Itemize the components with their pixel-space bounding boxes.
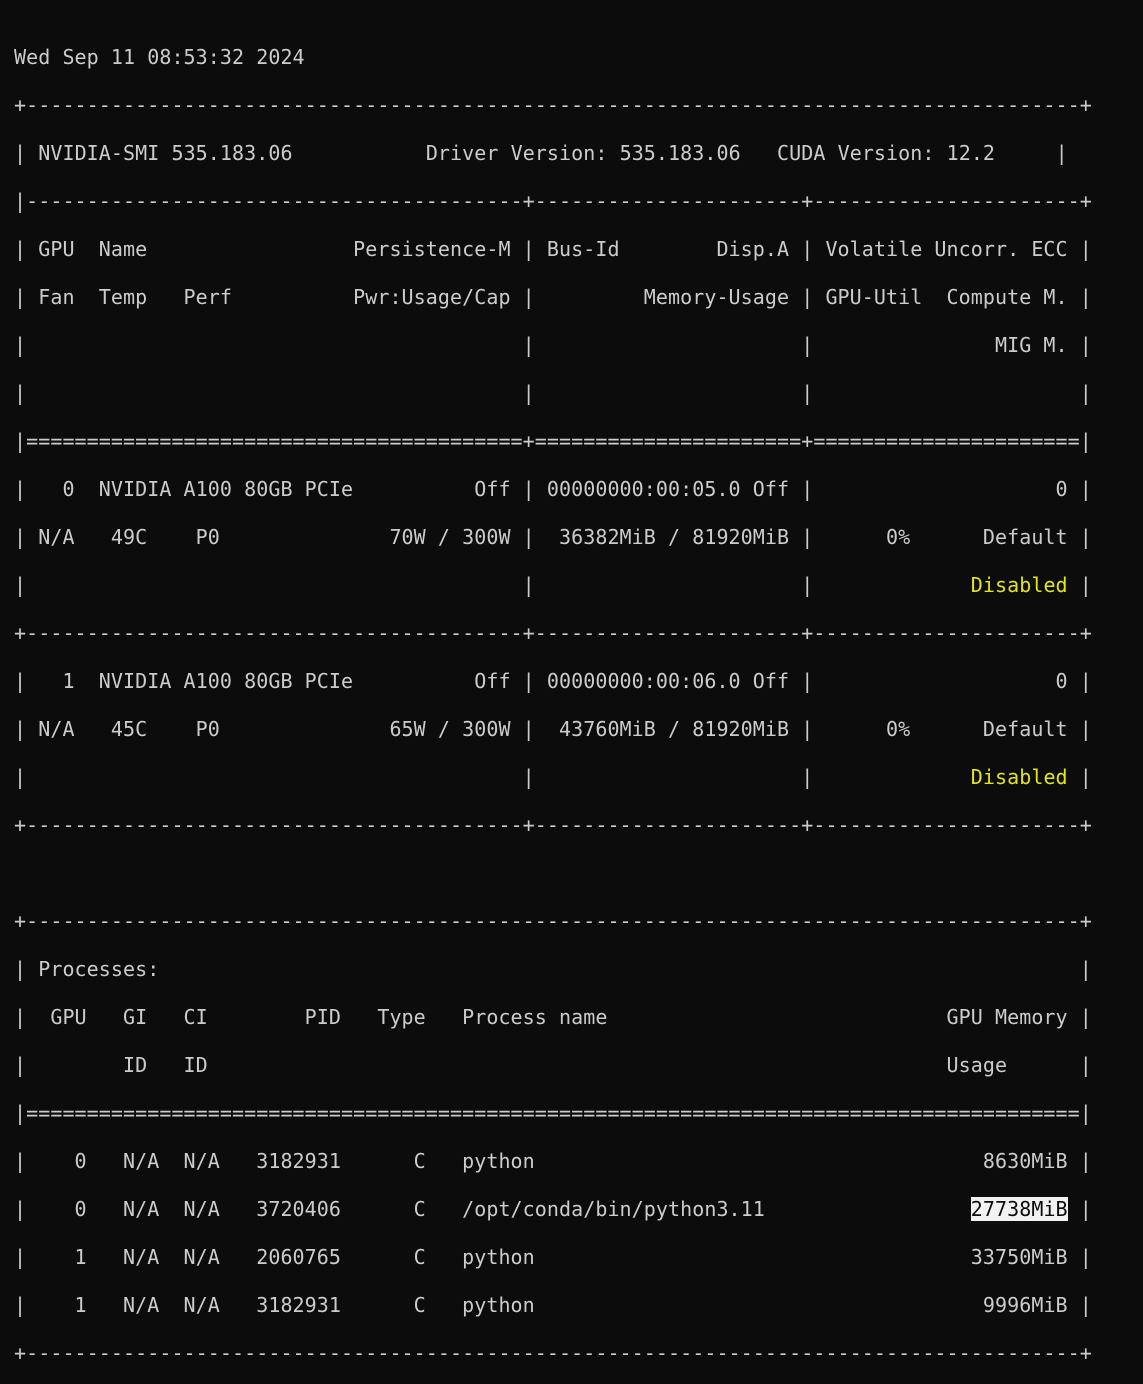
process-memory: 33750MiB bbox=[970, 1245, 1068, 1269]
processes-header-1: | GPU GI CI PID Type Process name GPU Me… bbox=[14, 1005, 1092, 1029]
process-row-lead: | 0 N/A N/A 3182931 C python bbox=[14, 1149, 983, 1173]
process-memory-selected[interactable]: 27738MiB bbox=[970, 1197, 1068, 1221]
gpu-header-3: | | | MIG M. | bbox=[14, 333, 1092, 357]
process-row-tail: | bbox=[1067, 1245, 1092, 1269]
border-mid: +---------------------------------------… bbox=[14, 621, 1092, 645]
gpu-1-mig-status: Disabled bbox=[970, 765, 1068, 789]
process-row-lead: | 1 N/A N/A 2060765 C python bbox=[14, 1245, 971, 1269]
gpu-1-row-3-tail: | bbox=[1067, 765, 1092, 789]
driver-version: Driver Version: 535.183.06 bbox=[425, 141, 741, 165]
process-memory: 9996MiB bbox=[982, 1293, 1068, 1317]
gpu-0-row-2: | N/A 49C P0 70W / 300W | 36382MiB / 819… bbox=[14, 525, 1092, 549]
smi-header-line: | NVIDIA-SMI 535.183.06 Driver Version: … bbox=[14, 141, 1068, 165]
border-double: |=======================================… bbox=[14, 429, 1092, 453]
gpu-0-row-1: | 0 NVIDIA A100 80GB PCIe Off | 00000000… bbox=[14, 477, 1092, 501]
gpu-1-row-2: | N/A 45C P0 65W / 300W | 43760MiB / 819… bbox=[14, 717, 1092, 741]
table-row: | 0 N/A N/A 3182931 C python 8630MiB | bbox=[14, 1149, 1134, 1173]
process-memory: 8630MiB bbox=[982, 1149, 1068, 1173]
gpu-0-row-3-lead: | | | bbox=[14, 573, 971, 597]
smi-version: NVIDIA-SMI 535.183.06 bbox=[38, 141, 293, 165]
processes-title: | Processes: | bbox=[14, 957, 1092, 981]
table-row: | 1 N/A N/A 3182931 C python 9996MiB | bbox=[14, 1293, 1134, 1317]
terminal-output[interactable]: Wed Sep 11 08:53:32 2024 +--------------… bbox=[14, 21, 1134, 1384]
timestamp: Wed Sep 11 08:53:32 2024 bbox=[14, 45, 305, 69]
process-row-tail: | bbox=[1067, 1149, 1092, 1173]
process-row-lead: | 1 N/A N/A 3182931 C python bbox=[14, 1293, 983, 1317]
cuda-version: CUDA Version: 12.2 bbox=[777, 141, 996, 165]
gpu-0-mig-status: Disabled bbox=[970, 573, 1068, 597]
process-row-lead: | 0 N/A N/A 3720406 C /opt/conda/bin/pyt… bbox=[14, 1197, 971, 1221]
border-proc-top: +---------------------------------------… bbox=[14, 909, 1092, 933]
process-row-tail: | bbox=[1067, 1197, 1092, 1221]
border-top: +---------------------------------------… bbox=[14, 93, 1092, 117]
border-gpu-bottom: +---------------------------------------… bbox=[14, 813, 1092, 837]
processes-header-2: | ID ID Usage | bbox=[14, 1053, 1092, 1077]
border-proc-bottom: +---------------------------------------… bbox=[14, 1341, 1092, 1365]
gpu-1-row-3: | | | Disabled | bbox=[14, 765, 1134, 789]
table-row: | 1 N/A N/A 2060765 C python 33750MiB | bbox=[14, 1245, 1134, 1269]
gpu-1-row-1: | 1 NVIDIA A100 80GB PCIe Off | 00000000… bbox=[14, 669, 1092, 693]
gpu-header-1: | GPU Name Persistence-M | Bus-Id Disp.A… bbox=[14, 237, 1092, 261]
process-row-tail: | bbox=[1067, 1293, 1092, 1317]
gpu-header-2: | Fan Temp Perf Pwr:Usage/Cap | Memory-U… bbox=[14, 285, 1092, 309]
border-proc-double: |=======================================… bbox=[14, 1101, 1092, 1125]
table-row: | 0 N/A N/A 3720406 C /opt/conda/bin/pyt… bbox=[14, 1197, 1134, 1221]
gpu-1-row-3-lead: | | | bbox=[14, 765, 971, 789]
gpu-0-row-3: | | | Disabled | bbox=[14, 573, 1134, 597]
border-header-sep: |---------------------------------------… bbox=[14, 189, 1092, 213]
border-blank: | | | | bbox=[14, 381, 1092, 405]
gpu-0-row-3-tail: | bbox=[1067, 573, 1092, 597]
